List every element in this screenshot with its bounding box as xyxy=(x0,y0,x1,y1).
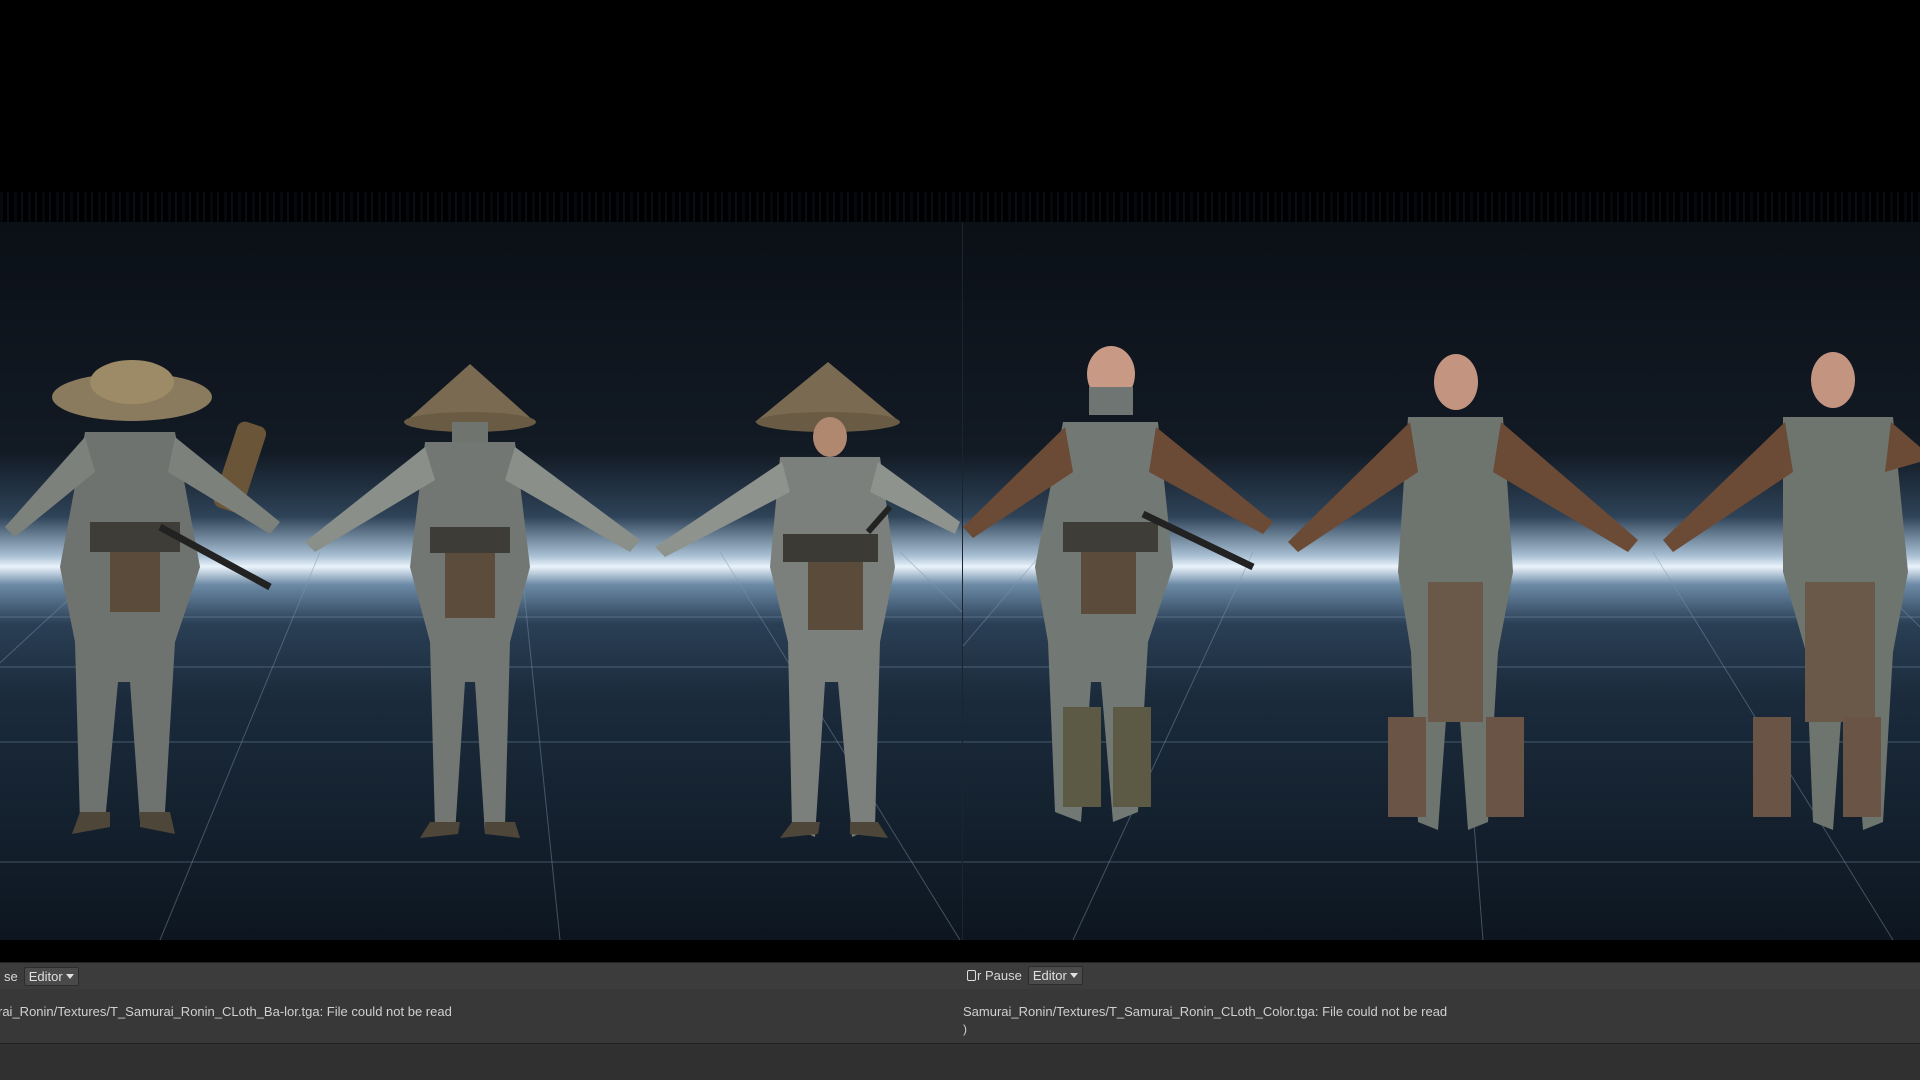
console-toolbar-right-content: r Pause Editor xyxy=(963,962,1920,988)
character-ronin-face[interactable] xyxy=(655,362,960,838)
character-bald-vest[interactable] xyxy=(1288,354,1638,830)
editor-dropdown-label: Editor xyxy=(28,968,63,984)
scene-viewport-left[interactable] xyxy=(0,222,963,940)
character-bald-shirt[interactable] xyxy=(1663,352,1920,830)
scene-viewport-right[interactable] xyxy=(963,222,1920,940)
editor-dropdown-left[interactable]: Editor xyxy=(23,966,79,986)
console-left: rai_Ronin/Textures/T_Samurai_Ronin_CLoth… xyxy=(0,989,963,1044)
status-bar xyxy=(0,1044,1920,1080)
character-ronin-hat[interactable] xyxy=(305,364,640,838)
console-toolbar-left: se Editor xyxy=(0,962,963,990)
editor-dropdown-label-right: Editor xyxy=(1032,967,1067,983)
editor-dropdown-right[interactable]: Editor xyxy=(1027,965,1083,985)
toolbar-text-left[interactable]: se xyxy=(0,969,22,984)
viewport-left-canvas xyxy=(0,360,963,940)
console-error-line[interactable]: rai_Ronin/Textures/T_Samurai_Ronin_CLoth… xyxy=(0,1004,452,1019)
caret-down-icon xyxy=(65,973,74,979)
console-error-detail: ) xyxy=(963,1022,967,1036)
caret-down-icon xyxy=(1069,972,1078,978)
pause-label[interactable]: r Pause xyxy=(977,968,1022,983)
viewport-right-canvas xyxy=(963,346,1920,940)
toggle-icon[interactable] xyxy=(967,969,976,981)
noise-fringe xyxy=(0,192,1920,222)
editor-window: se Editor r Pause Editor rai_Ronin/Textu… xyxy=(0,0,1920,1080)
black-top-area xyxy=(0,0,1920,222)
console-error-line-right[interactable]: Samurai_Ronin/Textures/T_Samurai_Ronin_C… xyxy=(963,1004,1447,1019)
character-ronin-full[interactable] xyxy=(5,360,280,834)
console-right: Samurai_Ronin/Textures/T_Samurai_Ronin_C… xyxy=(963,989,1920,1044)
character-bald-masked[interactable] xyxy=(963,346,1273,822)
